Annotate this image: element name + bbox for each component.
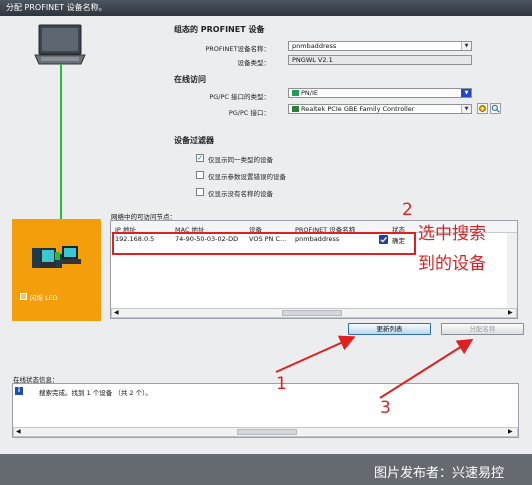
selected-row-highlight — [112, 232, 416, 255]
network-card-icon — [292, 106, 299, 112]
interface-settings-button[interactable] — [477, 103, 488, 114]
scroll-left-icon[interactable]: ◀ — [16, 428, 21, 435]
online-access-heading: 在线访问 — [174, 75, 206, 84]
scroll-right-icon[interactable]: ▶ — [508, 428, 513, 435]
interface-label: PG/PC 接口： — [228, 109, 270, 117]
filter-no-name-label: 仅显示没有名称的设备 — [208, 190, 273, 198]
interface-dropdown[interactable]: Realtek PCIe GBE Family Controller ▼ — [288, 104, 472, 114]
filter-bad-params-label: 仅显示参数设置错误的设备 — [208, 173, 286, 181]
annotation-note-line1: 选中搜索 — [418, 224, 486, 244]
table-right-strip — [507, 233, 517, 309]
status-box: i 搜索完成。找到 1 个设备 （共 2 个）。 ◀ ▶ — [12, 383, 519, 438]
device-type-value: PNGWL V2.1 — [292, 56, 333, 64]
status-message: 搜索完成。找到 1 个设备 （共 2 个）。 — [39, 389, 152, 397]
gear-icon — [479, 105, 486, 112]
chevron-down-icon[interactable]: ▼ — [461, 105, 471, 113]
device-name-value: pnmbaddress — [292, 42, 337, 50]
device-green-port — [55, 252, 60, 260]
scroll-right-icon[interactable]: ▶ — [508, 309, 513, 316]
configured-device-heading: 组态的 PROFINET 设备 — [174, 25, 265, 34]
watermark-text: 图片发布者：兴速易控 — [374, 466, 505, 481]
annotation-arrow-1 — [275, 335, 356, 373]
annotation-label-1: 1 — [276, 374, 287, 394]
interface-type-label: PG/PC 接口的类型： — [209, 93, 270, 101]
filter-same-type-checkbox[interactable]: ✓ — [196, 154, 204, 162]
chevron-down-icon[interactable]: ▼ — [461, 42, 471, 50]
scroll-left-icon[interactable]: ◀ — [114, 309, 119, 316]
flash-led-label: 闪烁 LED — [30, 294, 58, 302]
device-type-field: PNGWL V2.1 — [288, 55, 472, 65]
annotation-label-2: 2 — [402, 200, 413, 220]
filter-same-type-label: 仅显示同一类型的设备 — [208, 156, 273, 164]
chevron-down-icon[interactable]: ▼ — [461, 89, 471, 97]
flash-led-checkbox[interactable] — [20, 293, 27, 300]
window-title: 分配 PROFINET 设备名称。 — [0, 0, 532, 16]
refresh-list-button[interactable]: 更新列表 — [348, 323, 431, 335]
table-hscrollbar[interactable]: ◀ ▶ — [111, 308, 517, 318]
annotation-note-line2: 到的设备 — [418, 254, 486, 274]
device-name-dropdown[interactable]: pnmbaddress ▼ — [288, 41, 472, 51]
interface-type-value: PN/IE — [301, 89, 318, 97]
status-hscrollbar[interactable]: ◀ ▶ — [13, 427, 518, 437]
magnifier-icon — [491, 104, 500, 113]
filter-bad-params-checkbox[interactable] — [196, 171, 204, 179]
device-name-label: PROFINET设备名称： — [205, 45, 270, 53]
interface-diagnostics-button[interactable] — [490, 103, 501, 114]
annotation-label-3: 3 — [380, 398, 391, 418]
info-icon: i — [15, 387, 23, 395]
interface-type-dropdown[interactable]: PN/IE ▼ — [288, 88, 472, 98]
filter-no-name-checkbox[interactable] — [196, 188, 204, 196]
assign-name-button[interactable]: 分配名称 — [441, 323, 524, 335]
pn-ie-icon — [292, 90, 299, 96]
device-type-label: 设备类型： — [237, 59, 271, 67]
scroll-thumb[interactable] — [237, 429, 297, 435]
interface-value: Realtek PCIe GBE Family Controller — [301, 105, 415, 113]
scroll-thumb[interactable] — [282, 310, 342, 316]
device-filter-heading: 设备过滤器 — [174, 136, 214, 145]
